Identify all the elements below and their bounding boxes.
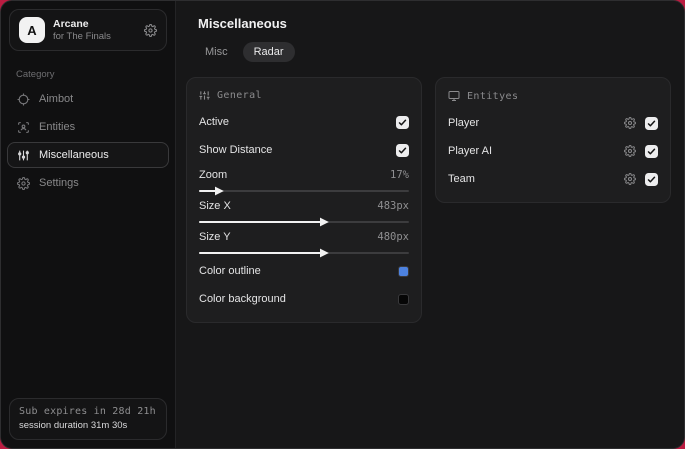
color-label: Color outline — [199, 265, 261, 277]
entity-label: Team — [448, 173, 475, 185]
session-duration-text: session duration 31m 30s — [19, 420, 128, 431]
entity-row-team: Team — [448, 168, 658, 190]
sidebar-item-label: Aimbot — [39, 93, 74, 105]
panel-title: General — [217, 90, 262, 101]
check-icon — [398, 119, 407, 125]
sidebar-item-settings[interactable]: Settings — [7, 170, 169, 196]
entity-row-player-ai: Player AI — [448, 140, 658, 162]
entity-label: Player — [448, 117, 480, 129]
slider-thumb[interactable] — [319, 248, 329, 258]
tab-bar: Misc Radar — [176, 31, 684, 62]
panel-general-header: General — [199, 88, 409, 105]
app-name: Arcane — [53, 17, 89, 30]
slider-zoom: Zoom 17% — [199, 169, 409, 196]
size-y-slider[interactable] — [199, 248, 409, 258]
sidebar-nav: Aimbot Entities Miscellaneous Settings — [1, 86, 175, 196]
panel-title: Entityes — [467, 90, 519, 102]
zoom-slider[interactable] — [199, 186, 409, 196]
slider-value: 480px — [377, 231, 409, 243]
tab-radar[interactable]: Radar — [242, 42, 295, 62]
main-content: Miscellaneous Misc Radar General Active … — [176, 1, 684, 448]
size-x-slider[interactable] — [199, 217, 409, 227]
team-checkbox[interactable] — [645, 172, 658, 186]
slider-thumb[interactable] — [214, 186, 224, 196]
team-settings-gear-icon[interactable] — [624, 173, 636, 185]
slider-label: Zoom — [199, 169, 228, 181]
panel-general: General Active Show Distance Zoom 17% Si… — [186, 77, 422, 323]
slider-value: 17% — [390, 169, 409, 181]
account-card: A Arcane for The Finals — [9, 9, 167, 51]
show-distance-checkbox[interactable] — [396, 143, 409, 157]
toggle-label: Show Distance — [199, 144, 273, 156]
sidebar-item-miscellaneous[interactable]: Miscellaneous — [7, 142, 169, 168]
sidebar: A Arcane for The Finals Category Aimbot … — [1, 1, 176, 448]
player-ai-settings-gear-icon[interactable] — [624, 145, 636, 157]
slider-size-y: Size Y 480px — [199, 231, 409, 258]
slider-thumb[interactable] — [319, 217, 329, 227]
entity-label: Player AI — [448, 145, 493, 157]
panel-entities-header: Entityes — [448, 88, 658, 106]
sliders-icon — [17, 149, 30, 162]
check-icon — [647, 120, 656, 126]
toggle-row-active: Active — [199, 111, 409, 133]
entity-row-player: Player — [448, 112, 658, 134]
crosshair-icon — [17, 93, 30, 106]
category-label: Category — [16, 69, 55, 80]
sub-expiry-text: Sub expires in 28d 21h — [19, 406, 156, 417]
slider-label: Size Y — [199, 231, 231, 243]
color-outline-swatch[interactable] — [398, 265, 409, 277]
monitor-icon — [448, 90, 460, 102]
check-icon — [398, 147, 407, 153]
toggle-row-show-distance: Show Distance — [199, 139, 409, 161]
page-title: Miscellaneous — [198, 16, 287, 31]
app-logo: A — [19, 17, 45, 43]
sidebar-item-label: Settings — [39, 177, 79, 189]
account-text: Arcane for The Finals — [53, 18, 136, 43]
app-window: A Arcane for The Finals Category Aimbot … — [0, 0, 685, 449]
color-row-background: Color background — [199, 288, 409, 310]
check-icon — [647, 176, 656, 182]
player-settings-gear-icon[interactable] — [624, 117, 636, 129]
tab-misc[interactable]: Misc — [194, 42, 239, 62]
sidebar-item-label: Entities — [39, 121, 76, 133]
panel-entities: Entityes Player Player AI Team — [435, 77, 671, 203]
subscription-card: Sub expires in 28d 21h session duration … — [9, 398, 167, 440]
app-subtitle: for The Finals — [53, 30, 111, 42]
player-ai-checkbox[interactable] — [645, 144, 658, 158]
account-gear-icon[interactable] — [144, 23, 157, 37]
color-background-swatch[interactable] — [398, 293, 409, 305]
toggle-label: Active — [199, 116, 229, 128]
active-checkbox[interactable] — [396, 115, 409, 129]
panels-container: General Active Show Distance Zoom 17% Si… — [176, 62, 684, 323]
color-label: Color background — [199, 293, 286, 305]
sidebar-item-label: Miscellaneous — [39, 149, 109, 161]
scan-person-icon — [17, 121, 30, 134]
slider-label: Size X — [199, 200, 231, 212]
player-checkbox[interactable] — [645, 116, 658, 130]
slider-size-x: Size X 483px — [199, 200, 409, 227]
gear-icon — [17, 176, 30, 190]
sliders-small-icon — [199, 90, 210, 101]
color-row-outline: Color outline — [199, 260, 409, 282]
sidebar-item-entities[interactable]: Entities — [7, 114, 169, 140]
slider-value: 483px — [377, 200, 409, 212]
sidebar-item-aimbot[interactable]: Aimbot — [7, 86, 169, 112]
check-icon — [647, 148, 656, 154]
